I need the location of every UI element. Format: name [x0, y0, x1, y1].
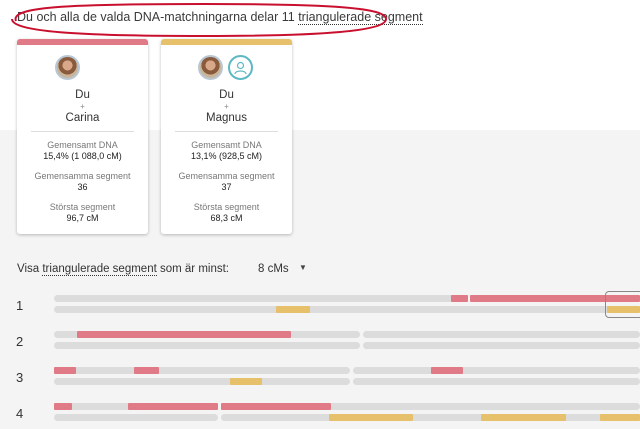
- triangulated-segment-highlight[interactable]: [605, 291, 640, 318]
- avatar-you: [198, 55, 223, 80]
- stat-shared-segments: Gemensamma segment 37: [161, 171, 292, 192]
- stat-shared-segments: Gemensamma segment 36: [17, 171, 148, 192]
- segment-carina[interactable]: [54, 403, 72, 410]
- stat-value: 96,7 cM: [66, 213, 99, 223]
- segment-carina[interactable]: [451, 295, 468, 302]
- chromosome-label: 2: [16, 334, 24, 349]
- triangulated-segments-link[interactable]: triangulerade segment: [298, 10, 423, 25]
- summary-text: Du och alla de valda DNA-matchningarna d…: [17, 10, 299, 24]
- segment-carina[interactable]: [221, 403, 331, 410]
- card-color-bar: [161, 39, 292, 45]
- chromosome-track-left: [54, 367, 350, 374]
- segment-magnus[interactable]: [600, 414, 640, 421]
- stat-value: 37: [221, 182, 232, 192]
- caret-down-icon[interactable]: ▼: [299, 263, 307, 272]
- chromosome-label: 1: [16, 298, 24, 313]
- avatar-group: [17, 55, 148, 81]
- avatar-group: [161, 55, 292, 81]
- chromosome-track-left: [54, 342, 360, 349]
- name-match: Carina: [65, 112, 100, 124]
- segment-carina[interactable]: [128, 403, 218, 410]
- card-divider: [31, 131, 134, 132]
- stat-shared-dna: Gemensamt DNA 15,4% (1 088,0 cM): [17, 140, 148, 161]
- avatar-placeholder-icon: [228, 55, 253, 80]
- stat-value: 68,3 cM: [210, 213, 243, 223]
- plus-sign: +: [224, 102, 229, 111]
- chromosome-track-left: [54, 295, 468, 302]
- chromosome-track-left: [54, 378, 350, 385]
- chromosome-track-right: [353, 367, 640, 374]
- filter-suffix: som är minst:: [156, 263, 230, 275]
- triangulated-summary: Du och alla de valda DNA-matchningarna d…: [17, 10, 423, 25]
- match-card-carina[interactable]: Du + Carina Gemensamt DNA 15,4% (1 088,0…: [17, 39, 148, 234]
- avatar-you: [55, 55, 80, 80]
- plus-sign: +: [80, 102, 85, 111]
- filter-triangulated-link[interactable]: triangulerade segment: [42, 263, 157, 276]
- stat-largest-segment: Största segment 96,7 cM: [17, 202, 148, 223]
- chromosome-label: 4: [16, 406, 24, 421]
- stat-shared-dna: Gemensamt DNA 13,1% (928,5 cM): [161, 140, 292, 161]
- stat-label: Gemensamma segment: [178, 171, 275, 181]
- chromosome-track-left: [54, 414, 218, 421]
- stat-label: Gemensamma segment: [34, 171, 131, 181]
- min-cm-select[interactable]: 8 cMs: [258, 263, 289, 275]
- name-you: Du: [75, 89, 90, 101]
- stat-value: 13,1% (928,5 cM): [190, 151, 263, 161]
- chromosome-track-right: [221, 414, 640, 421]
- card-color-bar: [17, 39, 148, 45]
- chromosome-track-right: [363, 342, 640, 349]
- chromosome-track-right: [363, 331, 640, 338]
- chromosome-track: [54, 306, 640, 313]
- stat-label: Största segment: [193, 202, 260, 212]
- name-you: Du: [219, 89, 234, 101]
- stat-label: Största segment: [49, 202, 116, 212]
- segment-carina[interactable]: [77, 331, 291, 338]
- segment-carina[interactable]: [431, 367, 463, 374]
- match-card-magnus[interactable]: Du + Magnus Gemensamt DNA 13,1% (928,5 c…: [161, 39, 292, 234]
- card-divider: [175, 131, 278, 132]
- segment-magnus[interactable]: [276, 306, 310, 313]
- segment-carina[interactable]: [134, 367, 159, 374]
- chromosome-label: 3: [16, 370, 24, 385]
- name-match: Magnus: [206, 112, 247, 124]
- filter-prefix: Visa: [17, 263, 43, 275]
- segment-carina[interactable]: [54, 367, 76, 374]
- chromosome-track-right: [353, 378, 640, 385]
- segment-magnus[interactable]: [329, 414, 413, 421]
- stat-label: Gemensamt DNA: [47, 140, 118, 150]
- stat-largest-segment: Största segment 68,3 cM: [161, 202, 292, 223]
- segment-magnus[interactable]: [481, 414, 566, 421]
- stat-label: Gemensamt DNA: [191, 140, 262, 150]
- segment-size-filter-label: Visa triangulerade segment som är minst:: [17, 263, 230, 276]
- stat-value: 15,4% (1 088,0 cM): [43, 151, 122, 161]
- segment-magnus[interactable]: [230, 378, 262, 385]
- stat-value: 36: [77, 182, 88, 192]
